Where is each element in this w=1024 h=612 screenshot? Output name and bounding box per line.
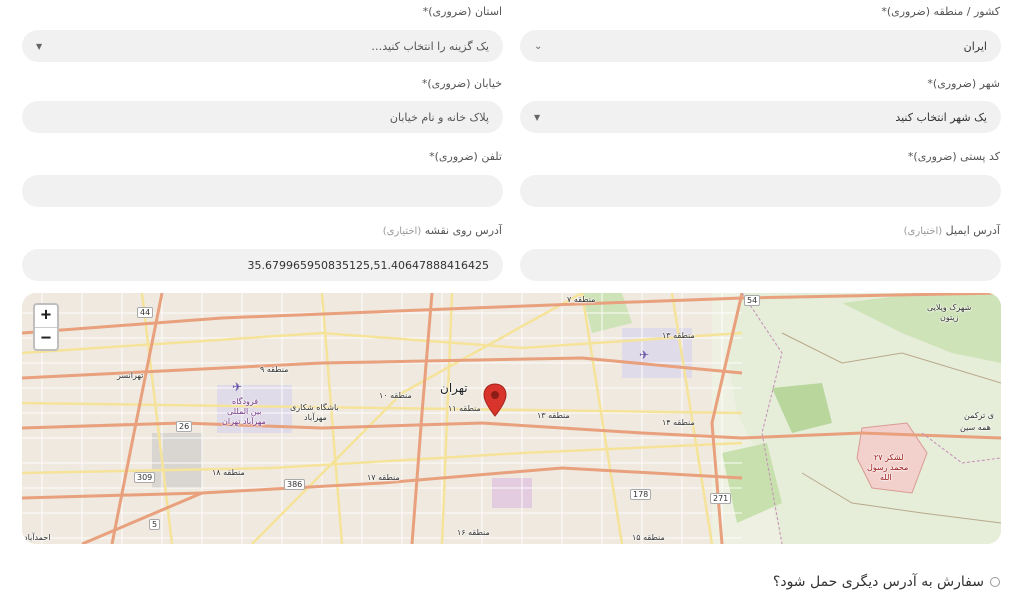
road-shield-386: 386 xyxy=(284,479,306,490)
map-label-villa2: زیتون xyxy=(940,313,959,322)
map-label-r13b: منطقه ۱۳ xyxy=(537,411,570,420)
road-shield-271: 271 xyxy=(710,493,732,504)
postcode-input[interactable] xyxy=(520,175,1001,207)
map-label-club2: مهرآباد xyxy=(304,413,327,422)
province-select[interactable]: یک گزینه را انتخاب کنید… ▼ xyxy=(22,30,503,62)
ship-different-address[interactable]: سفارش به آدرس دیگری حمل شود؟ xyxy=(773,574,1000,590)
map-label-r15: منطقه ۱۵ xyxy=(632,533,665,542)
map-label-army2: محمد رسول xyxy=(867,463,909,472)
chevron-down-icon: ▼ xyxy=(36,41,43,51)
map-label-airport1: فرودگاه xyxy=(232,397,259,406)
ship-different-address-checkbox[interactable] xyxy=(990,577,1000,587)
country-value: ایران xyxy=(963,39,987,53)
map-label-r16: منطقه ۱۶ xyxy=(457,528,490,537)
province-label: استان (ضروری)* xyxy=(422,5,502,18)
map-address-label-text: آدرس روی نقشه xyxy=(424,224,502,237)
road-shield-54: 54 xyxy=(744,295,761,306)
road-shield-309: 309 xyxy=(134,472,156,483)
map-label-torkaman2: همه سین xyxy=(960,423,991,432)
email-label: آدرس ایمیل (اختیاری) xyxy=(904,224,1000,237)
street-placeholder: پلاک خانه و نام خیابان xyxy=(389,110,489,124)
map-address-label: آدرس روی نقشه (اختیاری) xyxy=(383,224,502,237)
map-label-torkaman1: ی ترکمن xyxy=(964,411,994,420)
road-shield-178: 178 xyxy=(630,489,652,500)
map-label-r14: منطقه ۱۴ xyxy=(662,418,695,427)
phone-input[interactable] xyxy=(22,175,503,207)
airport-icon: ✈ xyxy=(232,380,243,394)
country-label: کشور / منطقه (ضروری)* xyxy=(881,5,1000,18)
map-label-r18: منطقه ۱۸ xyxy=(212,468,245,477)
zoom-out-button[interactable]: − xyxy=(35,328,57,350)
map-label-tehransar: تهرانسر xyxy=(117,371,144,380)
chevron-down-icon: ⌄ xyxy=(534,40,543,52)
airport-icon: ✈ xyxy=(639,348,650,362)
city-placeholder: یک شهر انتخاب کنید xyxy=(895,110,987,124)
map-label-r13a: منطقه ۱۳ xyxy=(662,331,695,340)
map-address-optional: (اختیاری) xyxy=(382,226,422,237)
city-select[interactable]: یک شهر انتخاب کنید ▼ xyxy=(520,101,1001,133)
map-label-r17: منطقه ۱۷ xyxy=(367,473,400,482)
road-shield-44: 44 xyxy=(137,307,154,318)
zoom-in-button[interactable]: + xyxy=(35,305,57,328)
road-shield-26: 26 xyxy=(176,421,193,432)
map-label-airport3: مهرآباد تهران xyxy=(222,417,266,426)
map-label-army1: لشکر ۲۷ xyxy=(874,453,904,462)
map-zoom-control: + − xyxy=(33,303,59,351)
city-label: شهر (ضروری)* xyxy=(927,77,1000,90)
street-input[interactable]: پلاک خانه و نام خیابان xyxy=(22,101,503,133)
location-map[interactable]: منطقه ۷ منطقه ۱۳ منطقه ۹ تهرانسر تهران م… xyxy=(22,293,1001,544)
map-tiles[interactable] xyxy=(22,293,1001,544)
phone-label: تلفن (ضروری)* xyxy=(429,150,502,163)
country-select[interactable]: ایران ⌄ xyxy=(520,30,1001,62)
map-address-value: 35.679965950835125,51.40647888416425 xyxy=(247,258,489,272)
map-label-club1: باشگاه شکاری xyxy=(290,403,339,412)
map-label-tehran: تهران xyxy=(440,381,468,395)
email-label-text: آدرس ایمیل xyxy=(945,224,1000,237)
map-label-r11: منطقه ۱۱ xyxy=(448,404,481,413)
postcode-label: کد پستی (ضروری)* xyxy=(907,150,1000,163)
province-placeholder: یک گزینه را انتخاب کنید… xyxy=(371,39,489,53)
ship-different-address-label[interactable]: سفارش به آدرس دیگری حمل شود؟ xyxy=(773,574,984,590)
road-shield-5: 5 xyxy=(149,519,161,530)
email-input[interactable] xyxy=(520,249,1001,281)
map-label-airport2: بین المللی xyxy=(227,407,262,416)
map-address-input[interactable]: 35.679965950835125,51.40647888416425 xyxy=(22,249,503,281)
map-label-r10: منطقه ۱۰ xyxy=(379,391,412,400)
map-label-ahmadabad: احمدآباد xyxy=(24,533,51,542)
chevron-down-icon: ▼ xyxy=(534,112,541,122)
map-label-r7: منطقه ۷ xyxy=(567,295,596,304)
street-label: خیابان (ضروری)* xyxy=(421,77,502,90)
location-marker-icon[interactable] xyxy=(483,383,507,417)
map-label-r9: منطقه ۹ xyxy=(260,365,289,374)
email-optional: (اختیاری) xyxy=(903,226,943,237)
map-label-villa1: شهرک ویلایی xyxy=(927,303,972,312)
map-label-army3: الله xyxy=(880,473,892,482)
